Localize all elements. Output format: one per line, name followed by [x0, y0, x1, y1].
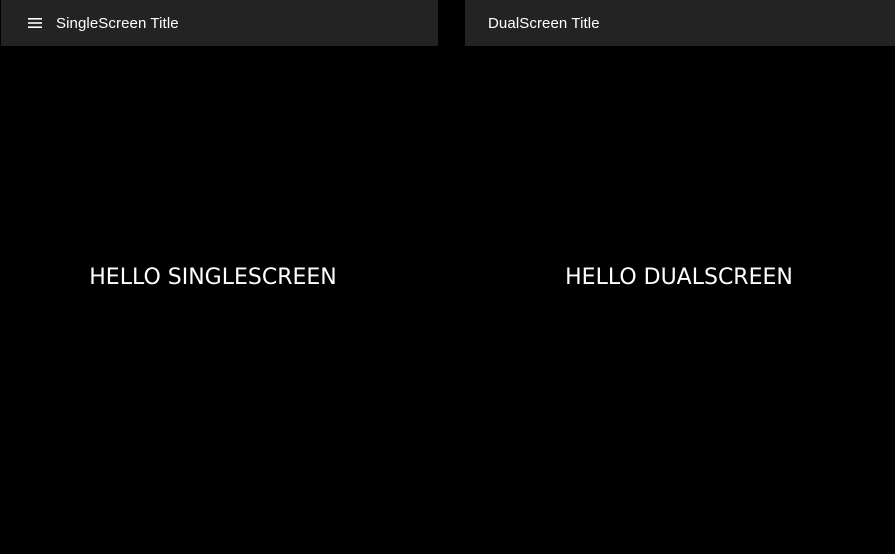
single-screen-content: HELLO SINGLESCREEN: [0, 46, 438, 554]
single-screen-pane: SingleScreen Title HELLO SINGLESCREEN: [0, 0, 438, 554]
dual-screen-title: DualScreen Title: [488, 14, 600, 32]
dual-screen-pane: DualScreen Title HELLO DUALSCREEN: [465, 0, 895, 554]
dual-screen-hello-text: HELLO DUALSCREEN: [565, 264, 793, 290]
dual-screen-content: HELLO DUALSCREEN: [465, 46, 895, 554]
single-screen-app-bar: SingleScreen Title: [1, 0, 438, 46]
single-screen-title: SingleScreen Title: [56, 14, 179, 32]
menu-button[interactable]: [25, 13, 45, 33]
single-screen-hello-text: HELLO SINGLESCREEN: [89, 264, 337, 290]
screen-hinge: [438, 0, 465, 554]
dual-screen-app-bar: DualScreen Title: [465, 0, 895, 46]
hamburger-menu-icon: [28, 18, 42, 28]
